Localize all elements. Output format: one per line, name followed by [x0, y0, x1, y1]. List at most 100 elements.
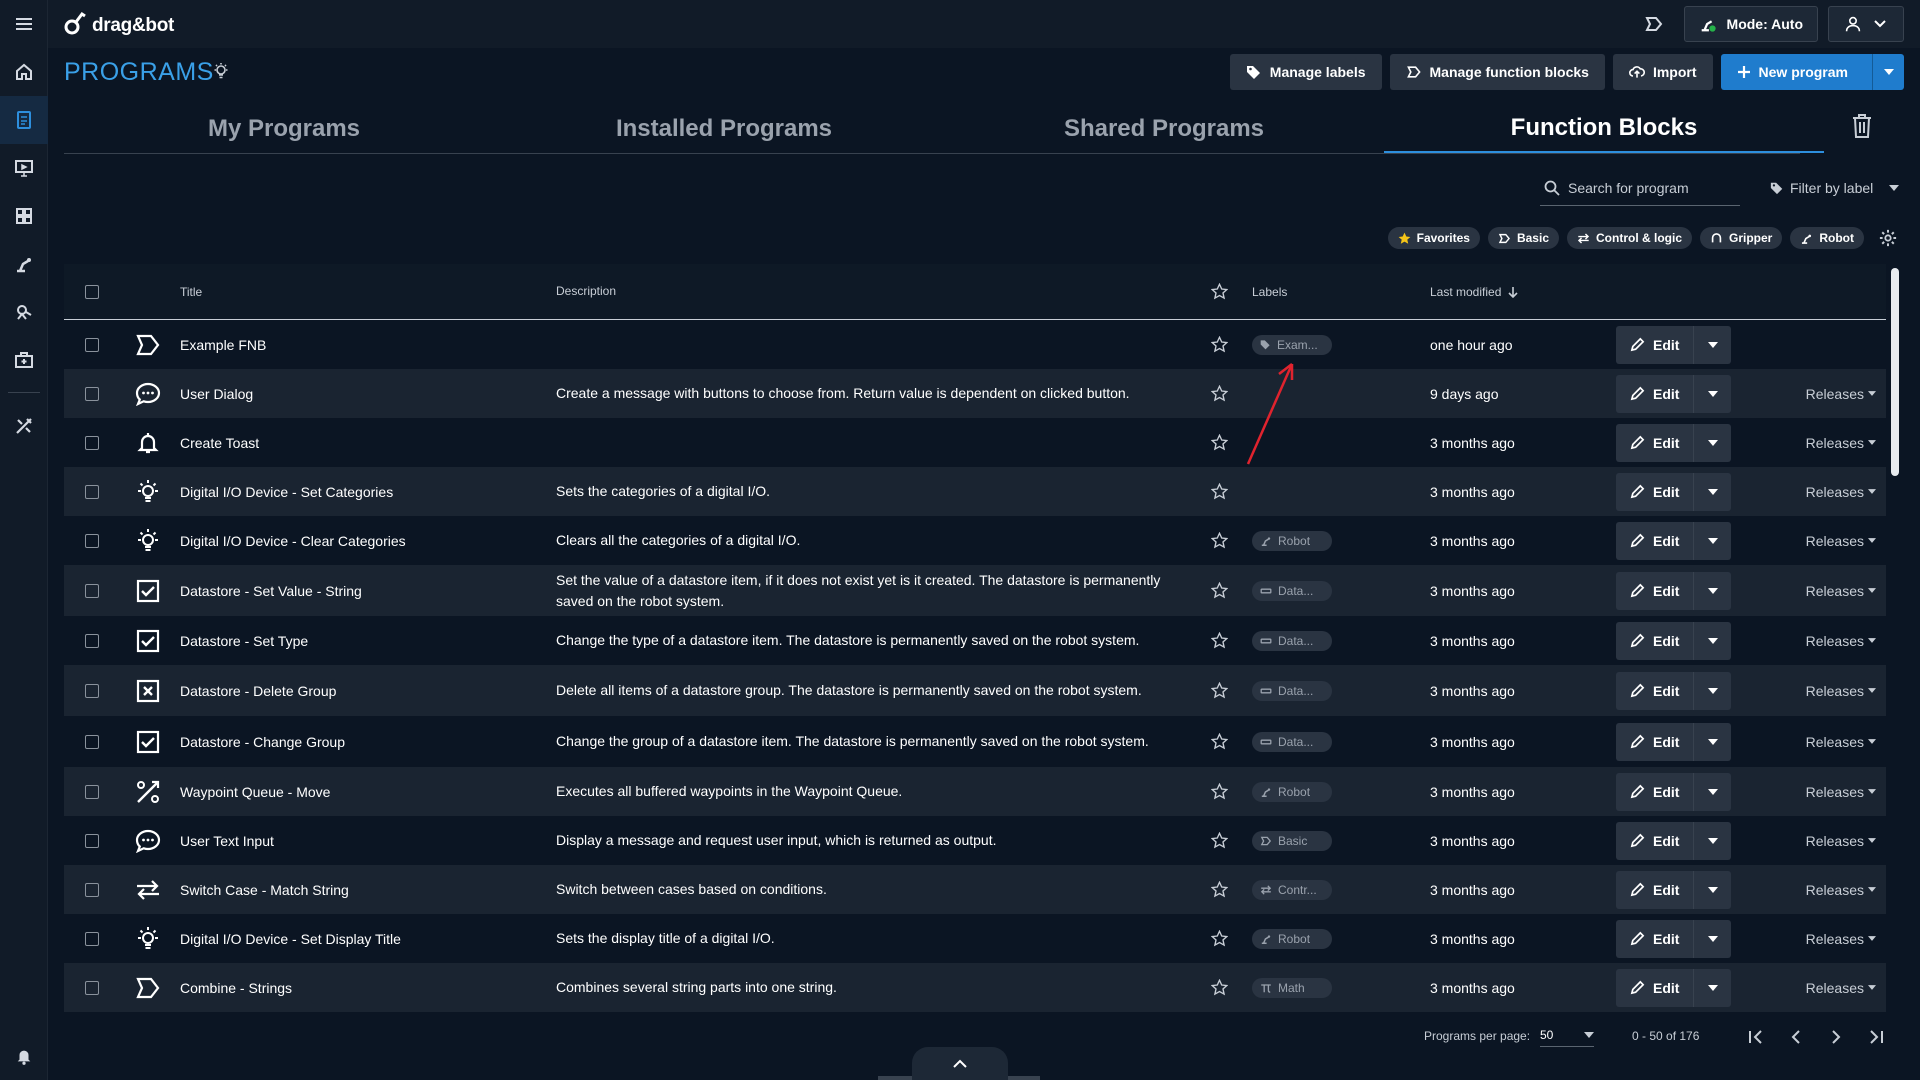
edit-dropdown[interactable]: [1693, 621, 1731, 660]
tab-installed-programs[interactable]: Installed Programs: [504, 104, 944, 153]
releases-dropdown[interactable]: Releases: [1806, 931, 1876, 947]
row-title[interactable]: Datastore - Delete Group: [176, 683, 552, 699]
label-badge[interactable]: Robot: [1252, 928, 1332, 949]
edit-dropdown[interactable]: [1693, 571, 1731, 610]
releases-dropdown[interactable]: Releases: [1806, 583, 1876, 599]
row-checkbox[interactable]: [85, 980, 99, 995]
edit-button[interactable]: Edit: [1616, 871, 1693, 909]
edit-button[interactable]: Edit: [1616, 424, 1693, 462]
row-checkbox[interactable]: [85, 484, 99, 499]
mode-button[interactable]: Mode: Auto: [1683, 6, 1818, 42]
row-checkbox[interactable]: [85, 533, 99, 548]
next-page-icon[interactable]: [1822, 1023, 1850, 1051]
row-checkbox[interactable]: [85, 784, 99, 799]
toolbox-icon[interactable]: [0, 336, 48, 384]
row-title[interactable]: User Text Input: [176, 833, 552, 849]
table-row[interactable]: Digital I/O Device - Clear Categories Cl…: [64, 516, 1886, 565]
app-logo[interactable]: drag&bot: [64, 7, 174, 37]
table-row[interactable]: Datastore - Set Type Change the type of …: [64, 616, 1886, 665]
table-row[interactable]: User Dialog Create a message with button…: [64, 369, 1886, 418]
manage-function-blocks-button[interactable]: Manage function blocks: [1389, 54, 1605, 90]
edit-button[interactable]: Edit: [1616, 672, 1693, 710]
releases-dropdown[interactable]: Releases: [1806, 386, 1876, 402]
star-outline-icon[interactable]: [1192, 483, 1246, 500]
star-outline-icon[interactable]: [1192, 632, 1246, 649]
last-page-icon[interactable]: [1862, 1023, 1890, 1051]
star-outline-icon[interactable]: [1192, 336, 1246, 353]
chip-basic[interactable]: Basic: [1487, 227, 1559, 249]
star-outline-icon[interactable]: [1192, 682, 1246, 699]
edit-dropdown[interactable]: [1693, 374, 1731, 413]
table-row[interactable]: Example FNB Exam... one hour ago Edit: [64, 320, 1886, 369]
edit-dropdown[interactable]: [1693, 821, 1731, 860]
star-outline-icon[interactable]: [1192, 582, 1246, 599]
row-title[interactable]: Combine - Strings: [176, 980, 552, 996]
table-row[interactable]: Switch Case - Match String Switch betwee…: [64, 865, 1886, 914]
row-title[interactable]: Digital I/O Device - Set Display Title: [176, 931, 552, 947]
table-row[interactable]: Datastore - Set Value - String Set the v…: [64, 565, 1886, 616]
edit-button[interactable]: Edit: [1616, 822, 1693, 860]
edit-dropdown[interactable]: [1693, 968, 1731, 1007]
table-row[interactable]: Create Toast 3 months ago Edit Releases: [64, 418, 1886, 467]
releases-dropdown[interactable]: Releases: [1806, 833, 1876, 849]
manage-labels-button[interactable]: Manage labels: [1229, 54, 1382, 90]
edit-button[interactable]: Edit: [1616, 723, 1693, 761]
label-badge[interactable]: Robot: [1252, 781, 1332, 802]
tab-shared-programs[interactable]: Shared Programs: [944, 104, 1384, 153]
previous-page-icon[interactable]: [1782, 1023, 1810, 1051]
first-page-icon[interactable]: [1742, 1023, 1770, 1051]
row-title[interactable]: Digital I/O Device - Set Categories: [176, 484, 552, 500]
edit-button[interactable]: Edit: [1616, 920, 1693, 958]
releases-dropdown[interactable]: Releases: [1806, 633, 1876, 649]
star-outline-icon[interactable]: [1192, 532, 1246, 549]
star-outline-icon[interactable]: [1192, 881, 1246, 898]
table-row[interactable]: Datastore - Change Group Change the grou…: [64, 716, 1886, 767]
edit-dropdown[interactable]: [1693, 423, 1731, 462]
chip-gripper[interactable]: Gripper: [1700, 227, 1783, 249]
releases-dropdown[interactable]: Releases: [1806, 734, 1876, 750]
releases-dropdown[interactable]: Releases: [1806, 882, 1876, 898]
star-outline-icon[interactable]: [1192, 930, 1246, 947]
trash-icon[interactable]: [1850, 113, 1874, 139]
chip-favorites[interactable]: Favorites: [1387, 227, 1480, 249]
chip-control-logic[interactable]: Control & logic: [1567, 227, 1692, 249]
row-title[interactable]: Digital I/O Device - Clear Categories: [176, 533, 552, 549]
edit-button[interactable]: Edit: [1616, 473, 1693, 511]
per-page-select[interactable]: 50: [1540, 1023, 1594, 1047]
chip-robot[interactable]: Robot: [1790, 227, 1864, 249]
row-checkbox[interactable]: [85, 833, 99, 848]
edit-dropdown[interactable]: [1693, 472, 1731, 511]
monitor-icon[interactable]: [0, 144, 48, 192]
releases-dropdown[interactable]: Releases: [1806, 484, 1876, 500]
row-checkbox[interactable]: [85, 435, 99, 450]
releases-dropdown[interactable]: Releases: [1806, 683, 1876, 699]
row-checkbox[interactable]: [85, 337, 99, 352]
gear-icon[interactable]: [1879, 229, 1897, 247]
row-checkbox[interactable]: [85, 633, 99, 648]
star-outline-icon[interactable]: [1192, 733, 1246, 750]
home-icon[interactable]: [0, 48, 48, 96]
row-title[interactable]: Datastore - Set Type: [176, 633, 552, 649]
row-title[interactable]: Example FNB: [176, 337, 552, 353]
releases-dropdown[interactable]: Releases: [1806, 435, 1876, 451]
table-scrollbar[interactable]: [1889, 264, 1901, 1004]
scrollbar-thumb[interactable]: [1891, 268, 1899, 476]
edit-button[interactable]: Edit: [1616, 969, 1693, 1007]
edit-dropdown[interactable]: [1693, 919, 1731, 958]
star-outline-icon[interactable]: [1192, 979, 1246, 996]
row-title[interactable]: Switch Case - Match String: [176, 882, 552, 898]
label-badge[interactable]: Math: [1252, 977, 1332, 998]
edit-dropdown[interactable]: [1693, 671, 1731, 710]
row-checkbox[interactable]: [85, 583, 99, 598]
table-row[interactable]: Datastore - Delete Group Delete all item…: [64, 665, 1886, 716]
table-row[interactable]: User Text Input Display a message and re…: [64, 816, 1886, 865]
function-block-toggle-icon[interactable]: [1634, 4, 1674, 44]
star-outline-icon[interactable]: [1192, 832, 1246, 849]
edit-dropdown[interactable]: [1693, 870, 1731, 909]
label-badge[interactable]: Data...: [1252, 680, 1332, 701]
expand-panel-button[interactable]: [912, 1047, 1008, 1080]
star-outline-icon[interactable]: [1192, 283, 1246, 300]
table-row[interactable]: Digital I/O Device - Set Display Title S…: [64, 914, 1886, 963]
releases-dropdown[interactable]: Releases: [1806, 784, 1876, 800]
label-badge[interactable]: Basic: [1252, 830, 1332, 851]
